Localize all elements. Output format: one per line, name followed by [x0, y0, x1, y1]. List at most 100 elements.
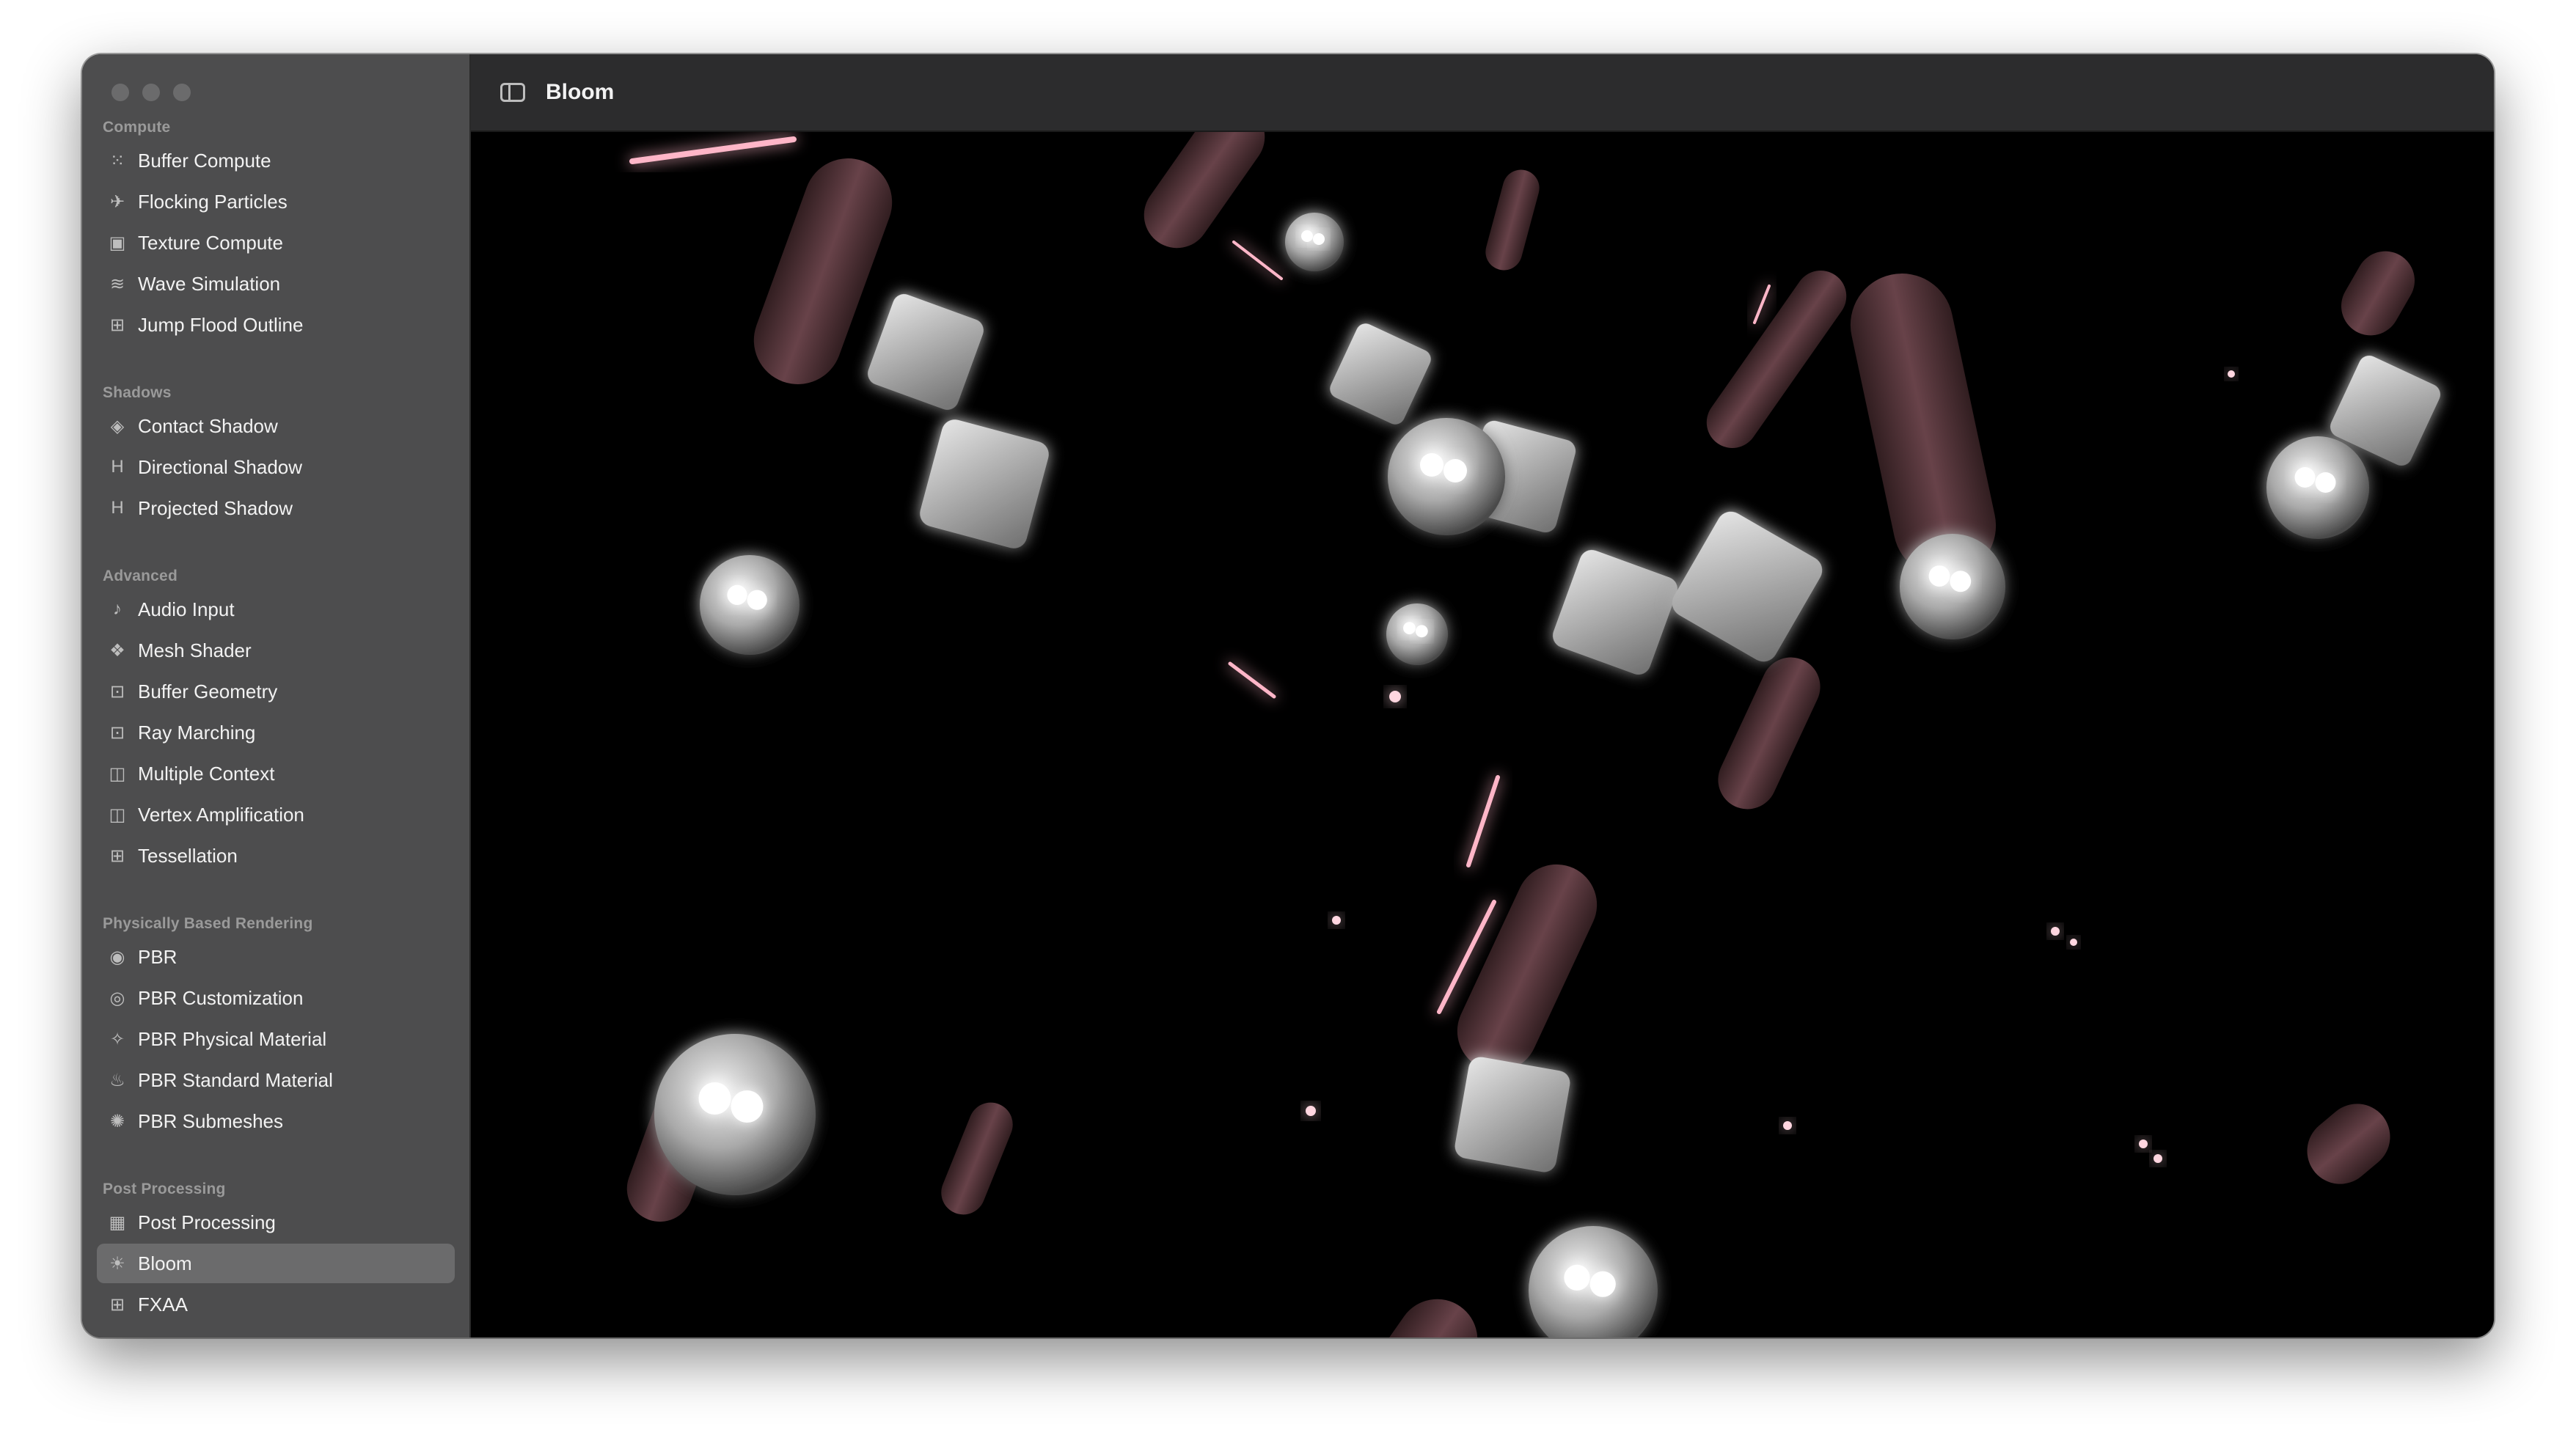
microphone-icon: ♪ [113, 599, 122, 619]
sidebar-item-label: Post Processing [138, 1211, 276, 1233]
checker-icon: ▦ [109, 1212, 126, 1233]
sidebar-item-post-processing[interactable]: ▦ Post Processing [97, 1203, 455, 1242]
sphere-highlight [2315, 472, 2336, 493]
sphere-highlight [1415, 625, 1428, 638]
sphere-highlight [747, 590, 767, 610]
section-header: Advanced [103, 568, 178, 584]
sidebar-item-ray-marching[interactable]: ⊡ Ray Marching [97, 713, 455, 752]
cube-shape [868, 294, 984, 410]
sidebar-item-vertex-amplification[interactable]: ◫ Vertex Amplification [97, 795, 455, 834]
sphere-highlight [1301, 230, 1313, 242]
capsule-shape [1144, 132, 1265, 249]
sidebar-item-label: PBR Standard Material [138, 1068, 333, 1091]
sidebar-item-label: Audio Input [138, 598, 235, 620]
sidebar-item-directional-shadow[interactable]: H Directional Shadow [97, 447, 455, 487]
sidebar: Compute ⁙ Buffer Compute ✈ Flocking Particle… [82, 54, 471, 1337]
cube-shape [1553, 550, 1677, 675]
sidebar-item-tessellation[interactable]: ⊞ Tessellation [97, 836, 455, 876]
bird-icon: ✈ [109, 191, 125, 212]
sidebar-item-label: Projected Shadow [138, 496, 293, 519]
sidebar-item-pbr-physical-material[interactable]: ✧ PBR Physical Material [97, 1019, 455, 1059]
sidebar-item-mesh-shader[interactable]: ❖ Mesh Shader [97, 631, 455, 670]
glow-streak [1232, 241, 1283, 280]
wand-icon: ✧ [109, 1029, 125, 1049]
sidebar-item-buffer-geometry[interactable]: ⊡ Buffer Geometry [97, 672, 455, 711]
sidebar-item-label: PBR Physical Material [138, 1027, 327, 1050]
sidebar-item-texture-compute[interactable]: ▣ Texture Compute [97, 223, 455, 263]
sphere-highlight [698, 1082, 731, 1115]
aperture-icon: ✺ [109, 1111, 125, 1131]
sidebar-item-label: Multiple Context [138, 762, 275, 785]
app-window: Compute ⁙ Buffer Compute ✈ Flocking Particle… [82, 54, 2494, 1337]
zoom-button[interactable] [173, 84, 191, 101]
sidebar-item-pbr-customization[interactable]: ◎ PBR Customization [97, 978, 455, 1018]
display-icon: ▭ [97, 1335, 138, 1338]
glow-streak [1466, 775, 1500, 867]
sidebar-item-label: Bloom [138, 1252, 192, 1274]
sidebar-item-label: Tessellation [138, 844, 238, 867]
capsule-shape [1342, 1299, 1478, 1337]
sidebar-item-buffer-compute[interactable]: ⁙ Buffer Compute [97, 141, 455, 180]
section-header: Shadows [103, 384, 172, 401]
capsule-shape [2307, 1104, 2390, 1184]
sphere-highlight [1420, 453, 1443, 477]
waves-icon: ≋ [109, 274, 125, 294]
h-icon: H [111, 498, 124, 518]
sphere-highlight [727, 584, 747, 606]
sidebar-item-pbr[interactable]: ◉ PBR [97, 937, 455, 977]
capsule-shape [1706, 270, 1847, 449]
sidebar-item-label: Wave Simulation [138, 272, 281, 295]
window-title: Bloom [546, 80, 615, 104]
sidebar-item-contact-shadow[interactable]: ◈ Contact Shadow [97, 406, 455, 446]
cube-shape [1455, 1057, 1570, 1172]
glow-dot [2228, 370, 2235, 378]
sidebar-item-audio-input[interactable]: ♪ Audio Input [97, 590, 455, 629]
sidebar-item-label: PBR Customization [138, 986, 304, 1009]
sidebar-item-label: Texture Compute [138, 231, 283, 254]
bloom-scene [626, 132, 2440, 1337]
sphere-highlight [1443, 459, 1467, 482]
sidebar-item-fxaa[interactable]: ⊞ FXAA [97, 1285, 455, 1324]
sidebar-item-bloom[interactable]: ☀ Bloom [97, 1244, 455, 1283]
sidebar-toggle-icon[interactable] [500, 83, 525, 102]
close-button[interactable] [111, 84, 129, 101]
minimize-button[interactable] [142, 84, 160, 101]
sidebar-item-screen-capture[interactable]: ▭Screen Capture [97, 1326, 455, 1338]
sidebar-item-pbr-submeshes[interactable]: ✺ PBR Submeshes [97, 1101, 455, 1141]
sidebar-item-label: Jump Flood Outline [138, 313, 304, 336]
frame-icon: ⊡ [109, 722, 125, 743]
sidebar-item-multiple-context[interactable]: ◫ Multiple Context [97, 754, 455, 793]
sidebar-item-jump-flood-outline[interactable]: ⊞ Jump Flood Outline [97, 305, 455, 345]
sidebar-item-label: PBR Submeshes [138, 1109, 283, 1132]
sidebar-item-label: PBR [138, 945, 178, 968]
eye-icon: ◉ [109, 947, 125, 967]
capsule-shape [2341, 251, 2415, 336]
sphere-highlight [2294, 467, 2316, 488]
sidebar-item-projected-shadow[interactable]: H Projected Shadow [97, 488, 455, 528]
sidebar-item-flocking-particles[interactable]: ✈ Flocking Particles [97, 182, 455, 221]
render-viewport[interactable] [471, 132, 2494, 1337]
glow-streak [1753, 285, 1771, 324]
split-icon: ◫ [109, 804, 126, 825]
capsule-shape [1457, 864, 1598, 1072]
cubes-icon: ❖ [109, 640, 125, 661]
glow-dot [2070, 939, 2077, 946]
sphere-highlight [1950, 570, 1972, 592]
grid-icon: ⊞ [109, 315, 125, 335]
cube-shape [920, 419, 1049, 548]
split-icon: ◫ [109, 763, 126, 784]
sidebar-item-label: Buffer Geometry [138, 680, 278, 702]
sidebar-item-wave-simulation[interactable]: ≋ Wave Simulation [97, 264, 455, 304]
sidebar-item-pbr-standard-material[interactable]: ♨ PBR Standard Material [97, 1060, 455, 1100]
cube-shape [1672, 511, 1823, 662]
section-header: Compute [103, 119, 171, 136]
sun-icon: ☀ [109, 1253, 125, 1274]
layers-icon: ◈ [110, 416, 125, 436]
photo-icon: ▣ [109, 232, 126, 253]
capsule-shape [1718, 657, 1821, 810]
glow-dot [1332, 916, 1341, 925]
cube-shape [1330, 323, 1431, 425]
sidebar-item-label: Directional Shadow [138, 455, 303, 478]
section-header: Post Processing [103, 1181, 226, 1197]
glow-dot [1783, 1121, 1792, 1130]
